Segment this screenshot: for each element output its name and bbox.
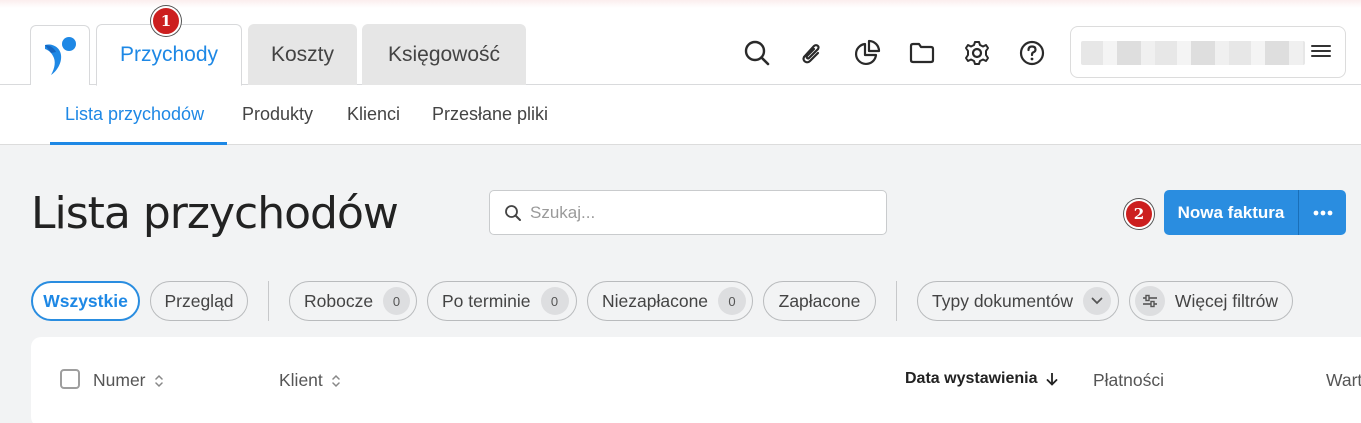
- column-header-value[interactable]: Wart: [1326, 370, 1361, 391]
- column-header-client[interactable]: Klient: [279, 370, 341, 391]
- annotation-marker-2: 2: [1124, 199, 1154, 229]
- filter-paid-chip[interactable]: Zapłacone: [763, 281, 876, 321]
- more-filters-button[interactable]: Więcej filtrów: [1129, 281, 1293, 321]
- tab-koszty[interactable]: Koszty: [248, 24, 357, 85]
- hamburger-menu-icon[interactable]: [1311, 45, 1331, 59]
- subnav-item-produkty[interactable]: Produkty: [242, 104, 313, 125]
- invoice-table: Numer Klient Data wystawienia Płatności …: [31, 337, 1361, 423]
- app-header: Przychody Koszty Księgowość: [0, 8, 1361, 86]
- column-client-label: Klient: [279, 370, 323, 390]
- column-header-number[interactable]: Numer: [93, 370, 164, 391]
- document-types-label: Typy dokumentów: [932, 290, 1074, 311]
- search-icon: [505, 204, 521, 221]
- filter-divider: [896, 281, 897, 321]
- subnav-item-klienci[interactable]: Klienci: [347, 104, 400, 125]
- sort-descending-icon: [1046, 372, 1058, 386]
- filter-paid-label: Zapłacone: [778, 290, 861, 311]
- app-logo[interactable]: [30, 25, 90, 85]
- new-invoice-button[interactable]: Nowa faktura: [1164, 190, 1298, 235]
- filter-drafts-label: Robocze: [304, 290, 374, 311]
- overdue-count-badge: 0: [540, 287, 569, 315]
- files-button[interactable]: [907, 38, 937, 68]
- filter-overdue-chip[interactable]: Po terminie 0: [427, 281, 577, 321]
- help-icon: [1019, 40, 1045, 66]
- subnav-item-lista-przychodow[interactable]: Lista przychodów: [65, 104, 204, 125]
- subnav-item-przeslane-pliki[interactable]: Przesłane pliki: [432, 104, 548, 125]
- sort-icon: [154, 374, 164, 388]
- filter-unpaid-chip[interactable]: Niezapłacone 0: [587, 281, 753, 321]
- active-subnav-indicator: [50, 142, 227, 145]
- more-actions-button[interactable]: [1298, 190, 1346, 235]
- filter-unpaid-label: Niezapłacone: [602, 290, 709, 311]
- unpaid-count-badge: 0: [718, 287, 746, 315]
- filter-all-chip[interactable]: Wszystkie: [31, 281, 140, 321]
- column-header-payments[interactable]: Płatności: [1093, 370, 1164, 391]
- page-title: Lista przychodów: [31, 188, 399, 239]
- select-all-checkbox[interactable]: [60, 369, 80, 389]
- folder-icon: [909, 42, 935, 64]
- settings-button[interactable]: [962, 38, 992, 68]
- help-button[interactable]: [1017, 38, 1047, 68]
- attachments-button[interactable]: [797, 38, 827, 68]
- search-field[interactable]: [489, 190, 887, 235]
- filter-divider: [268, 281, 269, 321]
- filter-overdue-label: Po terminie: [442, 290, 531, 311]
- filter-sliders-icon: [1135, 286, 1165, 316]
- search-input[interactable]: [530, 202, 870, 223]
- bird-logo-icon: [45, 36, 76, 75]
- annotation-marker-1: 1: [151, 6, 181, 36]
- tab-ksiegowosc[interactable]: Księgowość: [362, 24, 526, 85]
- reports-button[interactable]: [852, 38, 882, 68]
- top-accent-line: [0, 0, 1361, 8]
- column-header-issue-date[interactable]: Data wystawienia: [905, 370, 1058, 388]
- filter-review-chip[interactable]: Przegląd: [150, 281, 248, 321]
- filter-review-label: Przegląd: [164, 290, 234, 311]
- column-number-label: Numer: [93, 370, 146, 390]
- sort-icon: [331, 374, 341, 388]
- blurred-user-info: [1081, 41, 1305, 65]
- column-issue-date-label: Data wystawienia: [905, 370, 1038, 387]
- pie-chart-icon: [854, 39, 881, 66]
- chevron-down-icon: [1083, 287, 1112, 315]
- column-payments-label: Płatności: [1093, 370, 1165, 390]
- sub-navigation: Lista przychodów Produkty Klienci Przesł…: [0, 85, 1361, 145]
- paperclip-icon: [802, 44, 820, 64]
- search-icon: [744, 40, 770, 66]
- search-button[interactable]: [742, 38, 772, 68]
- filter-drafts-chip[interactable]: Robocze 0: [289, 281, 417, 321]
- user-menu[interactable]: [1070, 26, 1346, 78]
- column-value-label: Wart: [1326, 370, 1361, 390]
- more-filters-label: Więcej filtrów: [1174, 290, 1278, 311]
- more-dots-icon: [1313, 210, 1332, 215]
- filter-all-label: Wszystkie: [43, 290, 128, 311]
- drafts-count-badge: 0: [383, 287, 410, 315]
- gear-icon: [965, 41, 989, 65]
- document-types-dropdown[interactable]: Typy dokumentów: [917, 281, 1119, 321]
